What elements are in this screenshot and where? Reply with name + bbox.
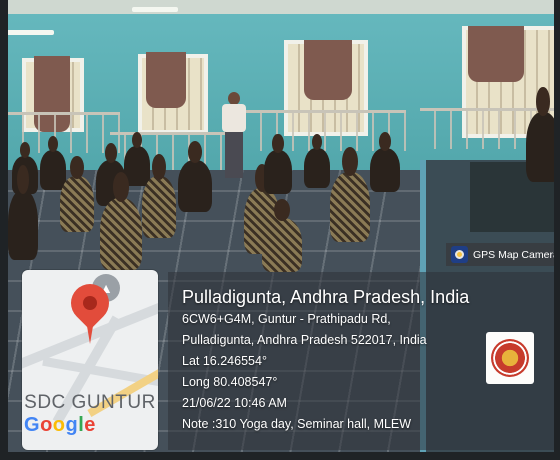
seated-student bbox=[142, 153, 176, 238]
ceiling-light bbox=[132, 7, 178, 12]
standing-person bbox=[222, 92, 246, 178]
seated-student bbox=[8, 164, 38, 260]
curtain bbox=[146, 52, 186, 108]
seated-student bbox=[304, 133, 330, 188]
frame-border-bottom bbox=[0, 452, 560, 460]
curtain bbox=[304, 40, 352, 100]
google-logo-letter: o bbox=[40, 414, 53, 436]
frame-border-right bbox=[554, 0, 560, 460]
map-location-label: SDC GUNTUR bbox=[24, 392, 156, 413]
pants bbox=[225, 132, 243, 178]
gps-camera-icon bbox=[451, 246, 468, 263]
seated-student bbox=[264, 134, 292, 194]
curtain bbox=[468, 26, 524, 82]
location-details: Pulladigunta, Andhra Pradesh, India 6CW6… bbox=[182, 285, 482, 435]
seal-emblem bbox=[491, 339, 529, 377]
google-logo-letter: e bbox=[84, 414, 96, 436]
map-thumbnail: ▲ SDC GUNTUR Google bbox=[22, 270, 158, 450]
gps-camera-label: GPS Map Camera bbox=[473, 248, 559, 261]
seated-student bbox=[178, 141, 212, 212]
address-line-1: 6CW6+G4M, Guntur - Prathipadu Rd, bbox=[182, 312, 391, 326]
seated-student bbox=[262, 198, 302, 272]
google-logo-letter: G bbox=[24, 414, 41, 436]
longitude-text: Long 80.408547° bbox=[182, 375, 278, 389]
ceiling bbox=[0, 0, 560, 14]
gps-camera-tag: GPS Map Camera bbox=[446, 243, 560, 266]
note-text: Note :310 Yoga day, Seminar hall, MLEW bbox=[182, 417, 412, 431]
seated-student bbox=[40, 135, 66, 190]
place-title: Pulladigunta, Andhra Pradesh, India bbox=[182, 287, 470, 307]
google-logo: Google bbox=[24, 414, 96, 437]
google-logo-letter: o bbox=[52, 414, 66, 436]
frame-border-left bbox=[0, 0, 8, 460]
seated-student bbox=[60, 155, 94, 232]
seated-student bbox=[370, 132, 400, 192]
college-seal-logo bbox=[486, 332, 534, 384]
seated-student bbox=[330, 146, 370, 242]
photo-frame: GPS Map Camera ▲ SDC GUNTUR Google Pulla… bbox=[0, 0, 560, 460]
shirt bbox=[222, 104, 246, 132]
google-logo-letter: g bbox=[65, 414, 79, 436]
seated-student bbox=[100, 172, 142, 270]
address-line-2: Pulladigunta, Andhra Pradesh 522017, Ind… bbox=[182, 333, 427, 347]
ceiling-light bbox=[6, 30, 54, 35]
latitude-text: Lat 16.246554° bbox=[182, 354, 267, 368]
datetime-text: 21/06/22 10:46 AM bbox=[182, 396, 287, 410]
